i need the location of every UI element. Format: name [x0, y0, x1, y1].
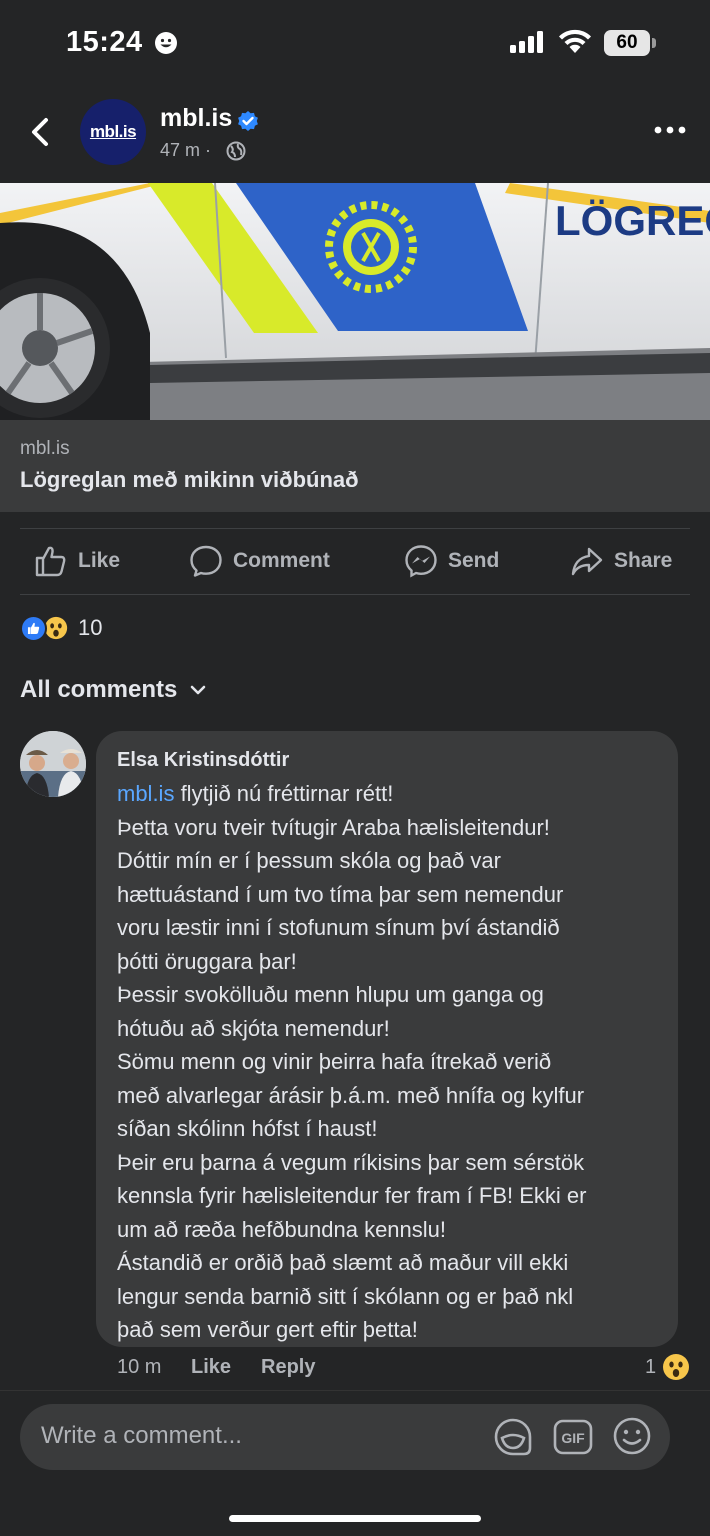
page-avatar-logo: mbl.is — [89, 122, 137, 141]
emoji-icon[interactable] — [612, 1416, 652, 1456]
comment-line: Þessir svokölluðu menn hlupu um ganga og — [117, 982, 544, 1007]
link-preview[interactable]: mbl.is Lögreglan með mikinn viðbúnað — [0, 420, 710, 512]
messenger-icon — [405, 545, 437, 578]
mention-link[interactable]: mbl.is — [117, 781, 174, 806]
comment-composer-bar: Write a comment... GIF — [0, 1390, 710, 1536]
comment-time: 10 m — [117, 1356, 162, 1378]
comment-line: kennsla fyrir hælisleitendur fer fram í … — [117, 1183, 587, 1208]
status-bar: 15:24 60 — [0, 0, 710, 86]
home-indicator[interactable] — [229, 1515, 481, 1522]
reaction-count: 10 — [78, 615, 103, 640]
all-comments-label: All comments — [20, 676, 178, 703]
commenter-avatar[interactable] — [20, 731, 86, 797]
verified-badge-icon — [238, 111, 258, 131]
commenter-photo — [20, 731, 86, 797]
comment-line: mbl.is flytjið nú fréttirnar rétt! — [117, 781, 394, 806]
meta-separator: · — [205, 140, 212, 160]
post-time: 47 m — [160, 140, 201, 160]
all-comments-filter[interactable]: All comments — [20, 676, 207, 704]
share-label: Share — [614, 549, 673, 572]
wifi-icon — [559, 29, 591, 53]
comment-line: með alvarlegar árásir þ.á.m. með hnífa o… — [117, 1082, 585, 1108]
gif-label: GIF — [561, 1430, 585, 1446]
link-domain: mbl.is — [20, 438, 70, 459]
comment-line: Sömu menn og vinir þeirra hafa ítrekað v… — [117, 1049, 552, 1074]
cellular-signal-icon — [510, 31, 543, 53]
send-label: Send — [448, 549, 500, 572]
comment-reaction-count[interactable]: 1 — [645, 1356, 656, 1379]
comment-line: síðan skólinn hófst í haust! — [117, 1116, 378, 1141]
comment-line: það sem verður gert eftir þetta! — [117, 1317, 418, 1342]
post-meta: 47 m · — [160, 140, 211, 161]
smiley-icon — [155, 32, 177, 54]
comment-line: hættuástand í um tvo tíma þar sem nemend… — [117, 881, 564, 907]
send-button[interactable]: Send — [404, 540, 499, 582]
like-button[interactable]: Like — [34, 540, 120, 582]
gif-button[interactable]: GIF — [553, 1417, 593, 1457]
comment-text: mbl.is flytjið nú fréttirnar rétt! Þetta… — [117, 777, 658, 1347]
page-name[interactable]: mbl.is — [160, 104, 232, 133]
comment-reply-button[interactable]: Reply — [261, 1356, 315, 1379]
comment-line: Dóttir mín er í þessum skóla og það var — [117, 848, 501, 873]
comment-input-placeholder: Write a comment... — [41, 1422, 242, 1449]
battery-indicator: 60 — [604, 30, 656, 56]
comment-line: um að ræða hefðbundna kennslu! — [117, 1216, 447, 1242]
reactions-summary[interactable]: 10 — [20, 612, 102, 644]
more-options-icon[interactable] — [652, 120, 688, 140]
globe-icon — [226, 141, 246, 161]
like-reaction-icon — [20, 614, 47, 642]
comment-line: þótti öruggara þar! — [117, 948, 297, 974]
comment-line: Ástandið er orðið það slæmt að maður vil… — [117, 1250, 569, 1275]
battery-level: 60 — [604, 30, 650, 56]
gif-icon: GIF — [553, 1419, 593, 1455]
car-lettering: LÖGREG — [555, 197, 710, 244]
sticker-icon[interactable] — [492, 1416, 534, 1458]
back-arrow-icon[interactable] — [24, 112, 54, 152]
comment-author[interactable]: Elsa Kristinsdóttir — [117, 745, 658, 777]
battery-tip — [652, 38, 656, 48]
share-button[interactable]: Share — [570, 540, 672, 582]
comment-label: Comment — [233, 549, 330, 572]
comment-line: Þetta voru tveir tvítugir Araba hælislei… — [117, 814, 550, 840]
like-label: Like — [78, 549, 121, 572]
comment-bubble-icon — [190, 545, 222, 577]
comment-button[interactable]: Comment — [189, 540, 330, 582]
divider — [20, 594, 690, 595]
comment-input[interactable]: Write a comment... GIF — [20, 1404, 670, 1470]
chevron-down-icon — [191, 685, 206, 695]
police-car-illustration: LÖGREG — [0, 183, 710, 420]
thumbs-up-icon — [35, 546, 66, 577]
comment-line: lengur senda barnið sitt í skólann og er… — [117, 1283, 574, 1309]
comment-line: hótuðu að skjóta nemendur! — [117, 1015, 390, 1041]
comment-line: voru læstir inni í stofunum sínum því ás… — [117, 915, 560, 940]
article-image[interactable]: LÖGREG — [0, 183, 710, 420]
share-arrow-icon — [571, 547, 603, 576]
comment-line: Þeir eru þarna á vegum ríkisins þar sem … — [117, 1149, 585, 1175]
comment-bubble[interactable]: Elsa Kristinsdóttir mbl.is flytjið nú fr… — [96, 731, 678, 1347]
wow-reaction-icon — [663, 1354, 689, 1380]
page-avatar[interactable]: mbl.is — [80, 99, 146, 165]
divider — [20, 528, 690, 529]
comment-like-button[interactable]: Like — [191, 1356, 231, 1379]
status-time: 15:24 — [66, 26, 143, 58]
link-title: Lögreglan með mikinn viðbúnað — [20, 467, 359, 492]
